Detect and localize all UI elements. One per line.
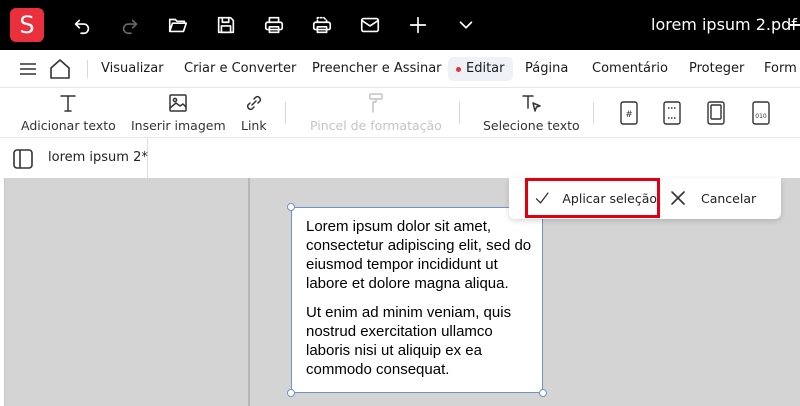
mail-icon[interactable] (357, 12, 383, 38)
link-button[interactable]: Link (241, 92, 267, 133)
text-select-icon (522, 95, 542, 112)
page-edge (248, 178, 250, 406)
resize-handle-top-left[interactable] (287, 203, 295, 211)
apply-selection-button[interactable]: Aplicar seleção (525, 178, 660, 218)
document-title: lorem ipsum 2.pdf (651, 15, 797, 34)
menu-proteger[interactable]: Proteger (689, 59, 744, 79)
cancel-label: Cancelar (701, 190, 757, 206)
print-icon[interactable] (261, 12, 287, 38)
selected-text-box[interactable]: Lorem ipsum dolor sit amet, consectetur … (291, 207, 543, 393)
hamburger-menu-icon[interactable] (19, 61, 37, 77)
cancel-button[interactable]: Cancelar (669, 178, 756, 218)
insert-image-button[interactable]: Inserir imagem (131, 92, 226, 133)
image-icon (169, 94, 188, 112)
title-bar: S lorem ipsum 2.pdf (0, 0, 800, 50)
canvas-left-edge (4, 178, 5, 406)
format-painter-label: Pincel de formatação (310, 118, 442, 133)
select-text-label: Selecione texto (483, 118, 580, 133)
document-tab-label: lorem ipsum 2* (48, 150, 148, 165)
menu-bar: Visualizar Criar e Converter Preencher e… (0, 50, 800, 88)
app-logo[interactable]: S (10, 8, 44, 42)
link-icon (246, 95, 261, 111)
open-folder-icon[interactable] (165, 12, 191, 38)
menu-form[interactable]: Form (764, 59, 797, 79)
text-paragraph-2[interactable]: Ut enim ad minim veniam, quis nostrud ex… (306, 303, 534, 379)
document-tab-strip: lorem ipsum 2* (44, 138, 800, 178)
chevron-down-icon[interactable] (453, 12, 479, 38)
resize-handle-bottom-right[interactable] (539, 389, 547, 397)
menu-editar[interactable]: Editar (448, 57, 513, 81)
add-text-button[interactable]: Adicionar texto (21, 92, 116, 133)
resize-handle-bottom-left[interactable] (287, 389, 295, 397)
menu-divider (87, 60, 88, 78)
redo-icon[interactable] (117, 12, 143, 38)
text-icon (60, 95, 77, 112)
menu-preencher-assinar[interactable]: Preencher e Assinar (312, 59, 442, 79)
page-number-icon[interactable]: # (618, 100, 640, 126)
link-label: Link (241, 118, 267, 133)
svg-text:010: 010 (755, 113, 767, 120)
insert-image-label: Inserir imagem (131, 118, 226, 133)
svg-text:#: # (625, 110, 633, 120)
menu-comentario[interactable]: Comentário (592, 59, 668, 79)
apply-selection-label: Aplicar seleção (562, 190, 657, 206)
undo-icon[interactable] (69, 12, 95, 38)
toolbar-divider (459, 102, 460, 124)
toolbar-divider (593, 102, 594, 124)
menu-pagina[interactable]: Página (525, 59, 568, 79)
menu-criar-converter[interactable]: Criar e Converter (184, 59, 296, 79)
background-icon[interactable] (705, 100, 727, 126)
add-text-label: Adicionar texto (21, 118, 116, 133)
menu-visualizar[interactable]: Visualizar (101, 59, 164, 79)
edit-toolbar: Adicionar texto Inserir imagem Link Pinc… (0, 88, 800, 138)
document-tab[interactable]: lorem ipsum 2* (44, 138, 148, 178)
panel-toggle-icon[interactable] (12, 148, 36, 172)
bates-number-icon[interactable]: 010 (750, 100, 772, 126)
selection-popup: Aplicar seleção Cancelar (509, 178, 781, 219)
select-text-button[interactable]: Selecione texto (483, 92, 580, 133)
header-footer-icon[interactable] (661, 100, 683, 126)
save-icon[interactable] (213, 12, 239, 38)
check-icon (535, 192, 549, 204)
home-icon[interactable] (49, 58, 71, 80)
text-paragraph-1[interactable]: Lorem ipsum dolor sit amet, consectetur … (306, 217, 534, 293)
plus-icon[interactable] (405, 12, 431, 38)
toolbar-divider (285, 102, 286, 124)
minimize-button[interactable] (790, 24, 800, 26)
format-painter-button[interactable]: Pincel de formatação (310, 92, 442, 133)
paint-roller-icon (369, 93, 383, 113)
close-icon (671, 191, 685, 205)
scan-print-icon[interactable] (309, 12, 335, 38)
